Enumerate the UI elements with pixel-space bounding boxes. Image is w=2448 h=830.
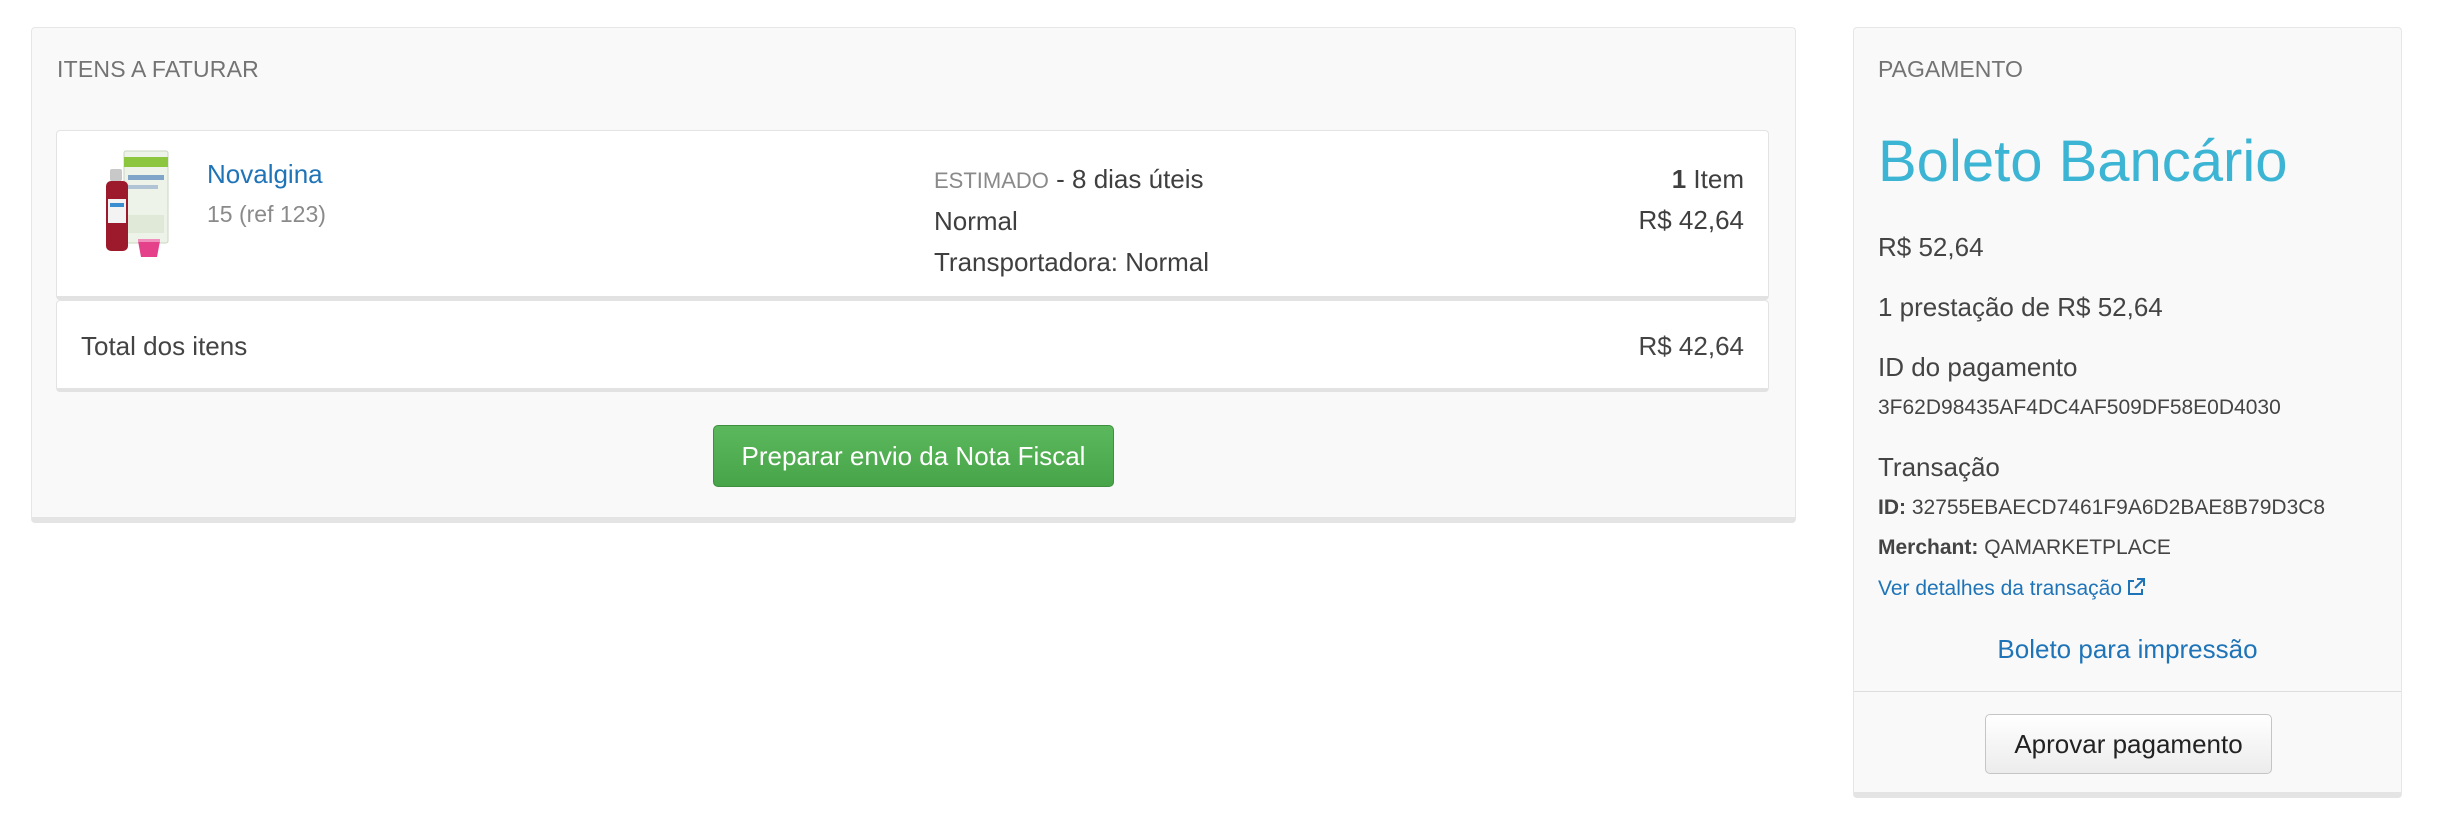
payment-panel-heading: PAGAMENTO (1878, 56, 2023, 82)
transaction-merchant: Merchant: QAMARKETPLACE (1878, 536, 2171, 560)
delivery-info: ESTIMADO - 8 dias úteis Normal Transport… (934, 159, 1209, 283)
item-quantity-price: 1 Item R$ 42,64 (1638, 159, 1744, 241)
external-link-icon (2128, 578, 2146, 595)
approve-payment-button[interactable]: Aprovar pagamento (1985, 714, 2272, 774)
items-total-card: Total dos itens R$ 42,64 (56, 300, 1769, 392)
carrier: Transportadora: Normal (934, 247, 1210, 277)
boleto-print-link[interactable]: Boleto para impressão (1854, 634, 2401, 665)
payment-divider (1854, 691, 2401, 692)
payment-panel: PAGAMENTO Boleto Bancário R$ 52,64 1 pre… (1853, 27, 2402, 798)
transaction-label: Transação (1878, 452, 2000, 482)
shipping-method: Normal (934, 206, 1018, 236)
items-panel-heading: ITENS A FATURAR (57, 56, 259, 82)
payment-id-value: 3F62D98435AF4DC4AF509DF58E0D4030 (1878, 396, 2281, 419)
merchant-label: Merchant: (1878, 536, 1979, 559)
transaction-details-text: Ver detalhes da transação (1878, 577, 2123, 600)
payment-amount: R$ 52,64 (1878, 232, 1984, 262)
transaction-id-label: ID: (1878, 496, 1906, 519)
item-quantity: 1 Item (1638, 159, 1744, 200)
transaction-id-value: 32755EBAECD7461F9A6D2BAE8B79D3C8 (1906, 496, 2326, 519)
estimate-label: ESTIMADO (934, 168, 1049, 193)
quantity-number: 1 (1671, 164, 1687, 194)
product-ref: 15 (ref 123) (207, 201, 326, 227)
items-to-invoice-panel: ITENS A FATURAR Novalgina 15 (ref 123) E… (31, 27, 1796, 523)
estimate-value: - 8 dias úteis (1048, 164, 1204, 194)
payment-installments: 1 prestação de R$ 52,64 (1878, 292, 2163, 322)
order-invoice-page: ITENS A FATURAR Novalgina 15 (ref 123) E… (0, 0, 2448, 830)
items-total-label: Total dos itens (81, 331, 248, 361)
product-name-link[interactable]: Novalgina (207, 159, 323, 190)
quantity-unit: Item (1686, 164, 1744, 194)
payment-method-title: Boleto Bancário (1878, 129, 2288, 194)
merchant-value: QAMARKETPLACE (1978, 536, 2171, 559)
order-item-card: Novalgina 15 (ref 123) ESTIMADO - 8 dias… (56, 130, 1769, 300)
transaction-id: ID: 32755EBAECD7461F9A6D2BAE8B79D3C8 (1878, 496, 2325, 520)
payment-id-label: ID do pagamento (1878, 352, 2078, 382)
item-price: R$ 42,64 (1638, 205, 1744, 235)
items-total-value: R$ 42,64 (1638, 331, 1744, 361)
prepare-invoice-button[interactable]: Preparar envio da Nota Fiscal (713, 425, 1114, 487)
transaction-details-link[interactable]: Ver detalhes da transação (1878, 577, 2146, 601)
product-image (106, 150, 169, 257)
delivery-estimate: ESTIMADO - 8 dias úteis (934, 159, 1209, 201)
